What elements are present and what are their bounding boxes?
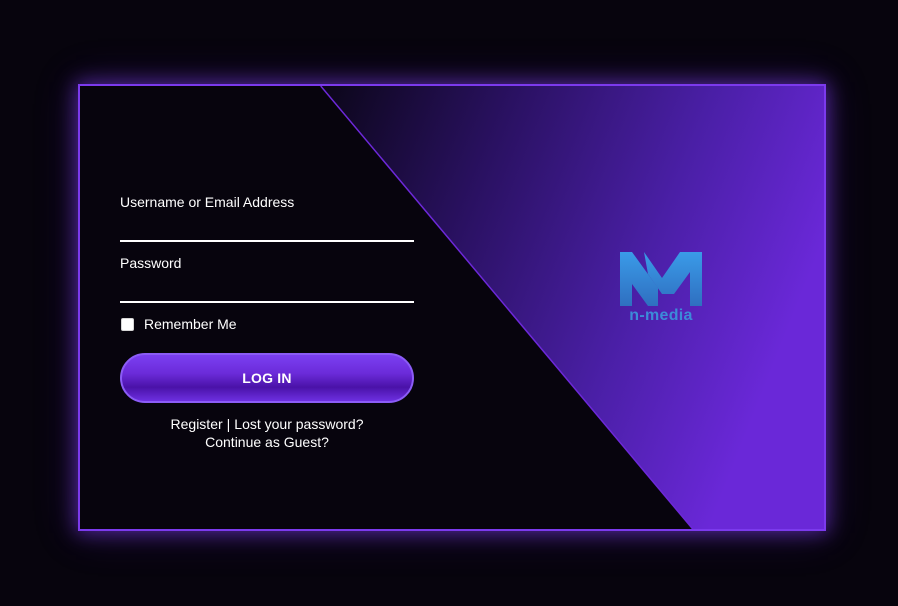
- remember-me-label[interactable]: Remember Me: [144, 316, 237, 332]
- logo-text: n-media: [629, 307, 693, 324]
- continue-as-guest-link[interactable]: Continue as Guest?: [205, 434, 329, 450]
- password-input[interactable]: [120, 279, 414, 303]
- auth-links: Register | Lost your password? Continue as…: [120, 415, 414, 451]
- username-label: Username or Email Address: [120, 194, 295, 210]
- login-form: Username or Email Address Password Remem…: [120, 194, 414, 451]
- login-card: Username or Email Address Password Remem…: [78, 84, 826, 531]
- password-label: Password: [120, 255, 182, 271]
- lost-password-link[interactable]: Lost your password?: [234, 416, 363, 432]
- remember-me-row: Remember Me: [120, 315, 414, 333]
- n-media-logo: n-media: [618, 250, 704, 328]
- n-media-logo-icon: [620, 252, 702, 306]
- remember-me-checkbox[interactable]: [121, 317, 134, 331]
- register-link[interactable]: Register: [171, 416, 223, 432]
- login-button[interactable]: LOG IN: [120, 353, 414, 403]
- link-separator: |: [226, 416, 231, 432]
- username-input[interactable]: [120, 218, 414, 242]
